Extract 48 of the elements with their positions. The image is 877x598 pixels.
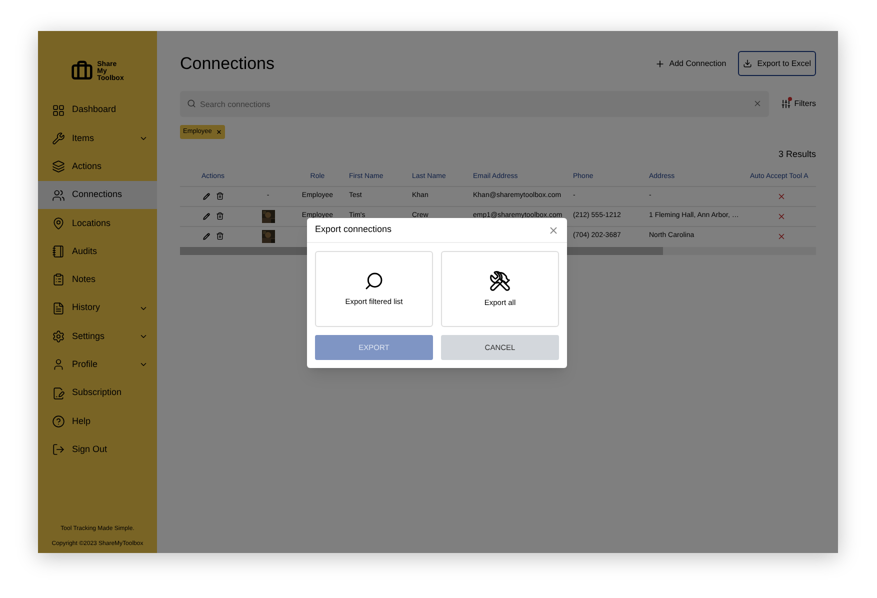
user-icon xyxy=(52,358,65,372)
sidebar-item[interactable]: Connections xyxy=(38,180,157,210)
download-icon xyxy=(743,59,752,68)
export-excel-button[interactable]: Export to Excel xyxy=(738,51,816,76)
delete-icon[interactable] xyxy=(216,212,224,220)
edit-icon[interactable] xyxy=(202,192,210,200)
wrench-icon xyxy=(52,132,65,145)
sidebar-item[interactable]: Actions xyxy=(38,152,157,181)
sliders-icon xyxy=(781,98,792,109)
sidebar-item[interactable]: Audits xyxy=(38,237,157,266)
sidebar-item[interactable]: History xyxy=(38,294,157,322)
sidebar-item[interactable]: Items xyxy=(38,124,157,153)
sign-out-icon xyxy=(52,443,65,456)
close-icon[interactable] xyxy=(548,224,559,236)
filters-button[interactable]: Filters xyxy=(781,98,816,110)
edit-icon[interactable] xyxy=(202,232,210,240)
sidebar-item[interactable]: Locations xyxy=(38,209,157,238)
page-title: Connections xyxy=(180,53,275,75)
plus-icon xyxy=(655,58,666,69)
map-pin-icon xyxy=(52,216,65,230)
results-count: 3 Results xyxy=(778,148,816,161)
settings-icon xyxy=(52,330,65,344)
sidebar-item[interactable]: Settings xyxy=(38,322,157,351)
add-connection-button[interactable]: Add Connection xyxy=(653,58,728,70)
clipboard-icon xyxy=(52,273,65,286)
document-icon xyxy=(52,302,65,315)
sidebar-item[interactable]: Profile xyxy=(38,350,157,379)
sidebar-item[interactable]: Sign Out xyxy=(38,436,157,464)
magnifier-icon xyxy=(364,270,384,291)
delete-icon[interactable] xyxy=(216,232,224,240)
help-icon xyxy=(52,414,65,428)
edit-icon[interactable] xyxy=(202,212,210,220)
sidebar-item[interactable]: Notes xyxy=(38,266,157,294)
layers-icon xyxy=(52,160,65,174)
dialog-title: Export connections xyxy=(315,223,392,236)
search-field[interactable]: Search connections xyxy=(180,91,770,117)
users-icon xyxy=(52,188,65,202)
sidebar-item[interactable]: Dashboard xyxy=(38,96,157,124)
clear-icon xyxy=(753,99,762,108)
search-icon xyxy=(187,99,196,108)
sidebar-item[interactable]: Subscription xyxy=(38,378,157,408)
sidebar-item[interactable]: Help xyxy=(38,407,157,436)
signed-document-icon xyxy=(52,386,65,400)
notebook-icon xyxy=(52,245,65,258)
tools-icon xyxy=(489,270,511,292)
grid-icon xyxy=(52,104,65,117)
remove-icon xyxy=(216,129,222,135)
delete-icon[interactable] xyxy=(216,192,224,200)
